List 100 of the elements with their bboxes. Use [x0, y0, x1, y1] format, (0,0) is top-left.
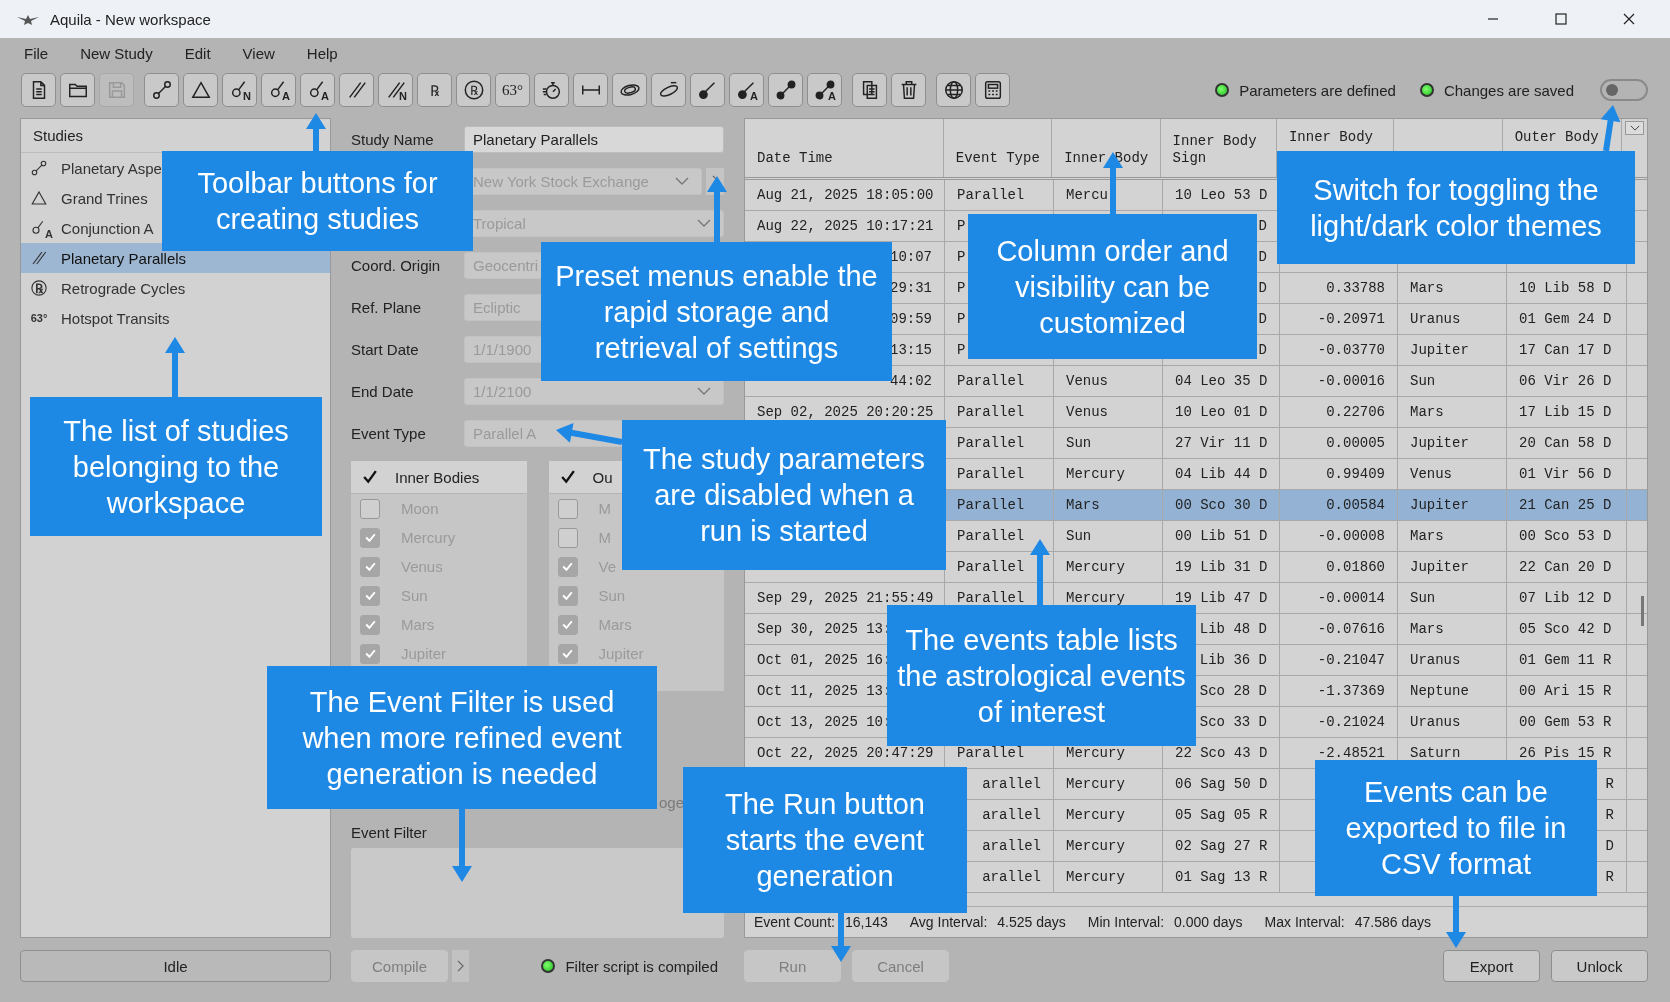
table-cell: 05 Sco 42 D — [1507, 614, 1627, 644]
stat-value: 16,143 — [844, 914, 888, 930]
callout-tooltip: The events table lists the astrological events of interest — [887, 605, 1196, 746]
list-title: Ou — [592, 468, 613, 486]
field-label: Coord. Origin — [351, 256, 442, 274]
label-fragment: oge — [658, 793, 684, 811]
status-text: Filter script is compiled — [565, 957, 718, 975]
table-cell: Mercury — [1054, 552, 1163, 582]
table-cell: Uranus — [1398, 707, 1507, 737]
field-label: Start Date — [351, 340, 420, 358]
table-cell: Aug 22, 2025 10:17:21 — [745, 211, 945, 241]
table-cell: Mars — [1398, 521, 1507, 551]
table-cell: Jupiter — [1398, 335, 1507, 365]
table-cell: -0.00008 — [1280, 521, 1398, 551]
field-label: End Date — [351, 382, 415, 400]
table-cell: -0.00014 — [1280, 583, 1398, 613]
table-cell: 0.01860 — [1280, 552, 1398, 582]
table-cell: Mercury — [1054, 459, 1163, 489]
table-cell: Sun — [1054, 521, 1163, 551]
table-cell: -0.07616 — [1280, 614, 1398, 644]
stat-value: 47.586 days — [1354, 914, 1431, 930]
table-cell: -0.00016 — [1280, 366, 1398, 396]
table-cell: Mercury — [1054, 831, 1163, 861]
table-cell: 00 Lib 51 D — [1163, 521, 1280, 551]
table-cell: 01 Sag 13 R — [1163, 862, 1280, 892]
table-cell: Sun — [1398, 583, 1507, 613]
status-text: Changes are saved — [1443, 81, 1574, 99]
table-cell: Uranus — [1398, 304, 1507, 334]
field-label: Event Filter — [351, 824, 428, 841]
table-cell: 10 Lib 58 D — [1507, 273, 1627, 303]
table-cell: 00 Sco 53 D — [1507, 521, 1627, 551]
callout-tooltip: Switch for toggling the light/dark color themes — [1277, 151, 1635, 264]
table-cell: 04 Lib 44 D — [1163, 459, 1280, 489]
table-cell: Jupiter — [1398, 428, 1507, 458]
stat-value: 4.525 days — [997, 914, 1066, 930]
callout-tooltip: Column order and visibility can be customized — [968, 214, 1257, 359]
table-cell: -0.03770 — [1280, 335, 1398, 365]
table-cell: 21 Can 25 D — [1507, 490, 1627, 520]
table-cell: Venus — [1054, 397, 1163, 427]
table-cell: 0.33788 — [1280, 273, 1398, 303]
callout-tooltip: Toolbar buttons for creating studies — [162, 151, 473, 251]
table-cell: Jupiter — [1398, 552, 1507, 582]
stat-label: Min Interval: — [1087, 914, 1165, 930]
table-cell: Mercury — [1054, 862, 1163, 892]
callout-tooltip: The Event Filter is used when more refined event generation is needed — [267, 666, 657, 809]
window-title: Aquila - New workspace — [50, 10, 211, 28]
table-cell: Mercu — [1054, 180, 1163, 210]
table-cell: 17 Can 17 D — [1507, 335, 1627, 365]
table-cell: Mars — [1398, 397, 1507, 427]
table-cell: 0.00584 — [1280, 490, 1398, 520]
callout-tooltip: The Run button starts the event generation — [683, 767, 967, 913]
table-cell: 22 Can 20 D — [1507, 552, 1627, 582]
table-cell: 0.00005 — [1280, 428, 1398, 458]
table-cell: 06 Sag 50 D — [1163, 769, 1280, 799]
table-cell: Venus — [1054, 366, 1163, 396]
table-cell: 0.99409 — [1280, 459, 1398, 489]
table-cell: 0.22706 — [1280, 397, 1398, 427]
callout-tooltip: The study parameters are disabled when a run is started — [622, 420, 946, 570]
table-cell: Sun — [1398, 366, 1507, 396]
stat-value: 0.000 days — [1174, 914, 1243, 930]
table-cell: Mars — [1398, 614, 1507, 644]
table-cell: -0.20971 — [1280, 304, 1398, 334]
table-cell: 05 Sag 05 R — [1163, 800, 1280, 830]
table-cell: Uranus — [1398, 645, 1507, 675]
table-cell: -0.21047 — [1280, 645, 1398, 675]
stat-label: Event Count: — [754, 914, 835, 930]
table-cell: 00 Sco 30 D — [1163, 490, 1280, 520]
table-cell: Mars — [1054, 490, 1163, 520]
field-label: Study Name — [351, 130, 435, 148]
table-cell: 17 Lib 15 D — [1507, 397, 1627, 427]
table-cell: Parallel — [945, 180, 1054, 210]
table-cell: 06 Vir 26 D — [1507, 366, 1627, 396]
table-cell: 00 Ari 15 R — [1507, 676, 1627, 706]
table-cell: Mercury — [1054, 769, 1163, 799]
callout-tooltip: Preset menus enable the rapid storage and retrieval of settings — [541, 242, 892, 381]
table-cell: 10 Leo 01 D — [1163, 397, 1280, 427]
list-title: Inner Bodies — [395, 468, 480, 486]
callout-tooltip: The list of studies belonging to the workspace — [30, 397, 322, 536]
table-cell: Jupiter — [1398, 490, 1507, 520]
table-cell: 07 Lib 12 D — [1507, 583, 1627, 613]
table-cell: 20 Can 58 D — [1507, 428, 1627, 458]
table-cell: Mercury — [1054, 800, 1163, 830]
table-cell: -0.21024 — [1280, 707, 1398, 737]
table-cell: Neptune — [1398, 676, 1507, 706]
table-cell: Sun — [1054, 428, 1163, 458]
stat-label: Max Interval: — [1264, 914, 1345, 930]
status-text: Parameters are defined — [1239, 81, 1396, 99]
stat-label: Avg Interval: — [909, 914, 988, 930]
table-cell: 01 Gem 24 D — [1507, 304, 1627, 334]
field-label: Ref. Plane — [351, 298, 423, 316]
table-cell: 19 Lib 31 D — [1163, 552, 1280, 582]
table-cell: Parallel — [945, 366, 1054, 396]
table-cell: -1.37369 — [1280, 676, 1398, 706]
table-cell: 04 Leo 35 D — [1163, 366, 1280, 396]
callout-tooltip: Events can be exported to file in CSV format — [1315, 760, 1597, 896]
table-cell: 00 Gem 53 R — [1507, 707, 1627, 737]
table-cell: 01 Vir 56 D — [1507, 459, 1627, 489]
table-cell: Aug 21, 2025 18:05:00 — [745, 180, 945, 210]
table-cell: Mars — [1398, 273, 1507, 303]
table-cell: 01 Gem 11 R — [1507, 645, 1627, 675]
